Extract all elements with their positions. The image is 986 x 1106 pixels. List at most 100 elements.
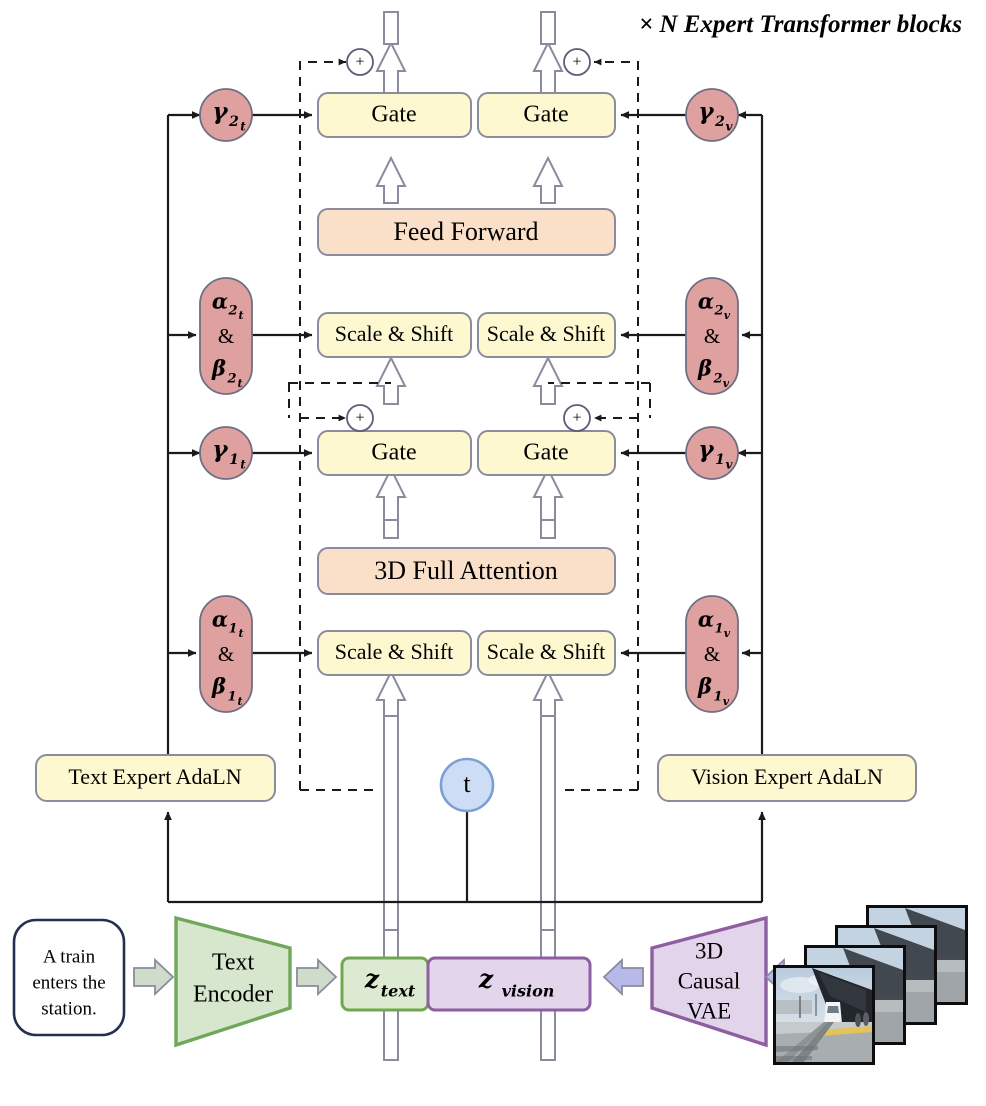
alpha-beta-1-text-node[interactable]: α 1 t & β 1 t — [199, 595, 253, 713]
beta-index: 2 — [712, 372, 722, 387]
alpha-index: 1 — [714, 622, 723, 637]
scale-shift-vision-attention[interactable]: Scale & Shift — [477, 630, 616, 676]
gate-vision-feedforward[interactable]: Gate — [477, 92, 616, 138]
gamma-branch: t — [240, 458, 246, 472]
beta-branch: t — [237, 377, 242, 390]
gamma1-vision-node[interactable]: γ 1 v — [685, 426, 739, 480]
beta-index: 2 — [226, 372, 236, 387]
gamma-index: 2 — [228, 114, 239, 130]
alpha-beta-2-vision-node[interactable]: α 2 v & β 2 v — [685, 277, 739, 395]
scale-shift-text-feedforward[interactable]: Scale & Shift — [317, 312, 472, 358]
gate-label: Gate — [523, 440, 568, 466]
vae-line-2: Causal — [678, 968, 741, 993]
text-expert-adaln[interactable]: Text Expert AdaLN — [35, 754, 276, 802]
gamma2-vision-node[interactable]: γ 2 v — [685, 88, 739, 142]
vae-line-3: VAE — [687, 998, 731, 1023]
alpha-branch: t — [238, 309, 243, 322]
scale-shift-label: Scale & Shift — [487, 639, 606, 664]
gate-label: Gate — [371, 440, 416, 466]
ampersand: & — [218, 642, 234, 666]
gate-label: Gate — [523, 102, 568, 128]
plus-icon: + — [572, 410, 581, 427]
timestep-node[interactable]: t — [439, 757, 495, 813]
gamma-index: 2 — [714, 114, 725, 130]
figure-title: × N Expert Transformer blocks — [639, 11, 962, 38]
beta-symbol: β — [697, 674, 712, 699]
beta-branch: v — [723, 695, 730, 708]
prompt-line-1: A train — [43, 946, 96, 967]
beta-index: 1 — [227, 690, 236, 705]
feed-forward-label: Feed Forward — [393, 217, 538, 246]
residual-connections-dashed — [288, 58, 651, 790]
text-encoder-line-2: Encoder — [193, 982, 273, 1008]
vision-adaln-label: Vision Expert AdaLN — [691, 764, 883, 789]
alpha-symbol: α — [698, 289, 714, 314]
alpha-index: 2 — [713, 304, 723, 319]
gamma-branch: v — [726, 120, 734, 134]
causal-vae-block[interactable]: 3D Causal VAE — [650, 915, 768, 1048]
encoder-to-ztext-arrow-icon — [296, 957, 338, 997]
gate-vision-attention[interactable]: Gate — [477, 430, 616, 476]
text-encoder-line-1: Text — [212, 950, 255, 976]
ampersand: & — [218, 324, 234, 348]
video-frame-stack — [773, 905, 968, 1065]
ampersand: & — [704, 324, 720, 348]
scale-shift-label: Scale & Shift — [335, 321, 454, 346]
plus-icon: + — [355, 410, 364, 427]
plus-icon: + — [572, 54, 581, 71]
gate-label: Gate — [371, 102, 416, 128]
prompt-box[interactable]: A train enters the station. — [12, 918, 126, 1037]
z-text-subscript: text — [381, 982, 416, 1001]
gamma1-text-node[interactable]: γ 1 t — [199, 426, 253, 480]
gamma-index: 1 — [715, 452, 725, 468]
vision-expert-adaln[interactable]: Vision Expert AdaLN — [657, 754, 917, 802]
gamma-symbol: γ — [212, 436, 229, 463]
vae-to-zvision-arrow-icon — [602, 957, 644, 997]
architecture-diagram: × N Expert Transformer blocks Feed Forwa… — [12, 11, 968, 1065]
z-text-symbol: z — [364, 965, 380, 994]
prompt-line-2: enters the — [32, 972, 105, 993]
full-attention-block[interactable]: 3D Full Attention — [317, 547, 616, 595]
timestep-label: t — [463, 769, 471, 798]
scale-shift-text-attention[interactable]: Scale & Shift — [317, 630, 472, 676]
beta-symbol: β — [211, 674, 226, 699]
beta-symbol: β — [211, 356, 226, 381]
gate-text-feedforward[interactable]: Gate — [317, 92, 472, 138]
beta-branch: v — [723, 377, 730, 390]
alpha-index: 1 — [228, 622, 237, 637]
ampersand: & — [704, 642, 720, 666]
z-vision-latent[interactable]: z vision — [426, 956, 592, 1012]
scale-shift-label: Scale & Shift — [487, 321, 606, 346]
alpha-branch: v — [724, 627, 731, 640]
text-adaln-label: Text Expert AdaLN — [68, 764, 241, 789]
gamma-index: 1 — [229, 452, 239, 468]
alpha-beta-1-vision-node[interactable]: α 1 v & β 1 v — [685, 595, 739, 713]
diagram-canvas: × N Expert Transformer blocks Feed Forwa… — [0, 0, 986, 1106]
alpha-symbol: α — [212, 289, 228, 314]
beta-branch: t — [237, 695, 242, 708]
alpha-symbol: α — [212, 607, 228, 632]
alpha-beta-2-text-node[interactable]: α 2 t & β 2 t — [199, 277, 253, 395]
alpha-symbol: α — [698, 607, 714, 632]
gamma-branch: v — [726, 458, 734, 472]
scale-shift-vision-feedforward[interactable]: Scale & Shift — [477, 312, 616, 358]
prompt-to-encoder-arrow-icon — [133, 957, 175, 997]
beta-symbol: β — [697, 356, 712, 381]
gate-text-attention[interactable]: Gate — [317, 430, 472, 476]
z-vision-subscript: vision — [502, 982, 555, 1001]
text-encoder-block[interactable]: Text Encoder — [174, 915, 292, 1048]
gamma-symbol: γ — [698, 98, 715, 125]
timestep-routing — [164, 811, 766, 904]
z-text-latent[interactable]: z text — [340, 956, 430, 1012]
feed-forward-block[interactable]: Feed Forward — [317, 208, 616, 256]
residual-add-text-attention: + — [346, 404, 374, 432]
alpha-index: 2 — [227, 304, 237, 319]
gamma-symbol: γ — [698, 436, 715, 463]
alpha-branch: v — [724, 309, 731, 322]
prompt-line-3: station. — [41, 998, 96, 1019]
gamma2-text-node[interactable]: γ 2 t — [199, 88, 253, 142]
residual-add-vision-feedforward: + — [563, 48, 591, 76]
full-attention-label: 3D Full Attention — [374, 556, 557, 585]
video-frame — [773, 965, 875, 1065]
beta-index: 1 — [713, 690, 722, 705]
